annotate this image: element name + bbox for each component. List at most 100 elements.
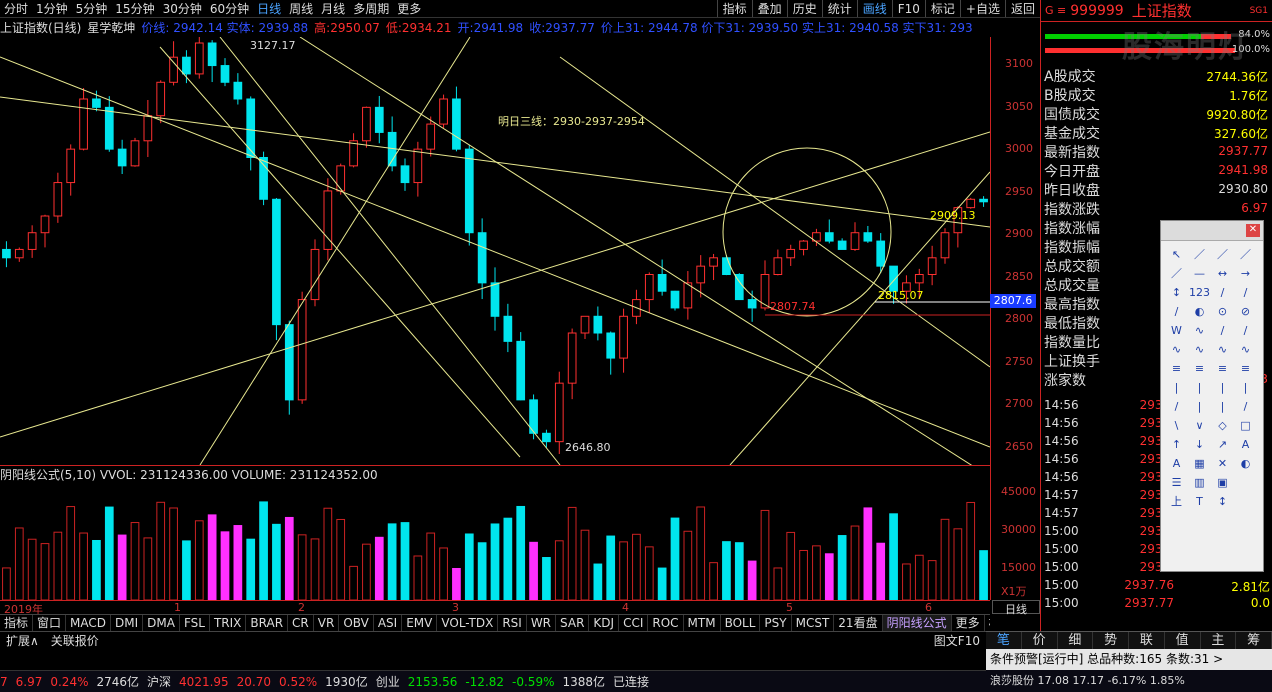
study-selector[interactable]: 星学乾坤 [87,19,135,36]
menu-button[interactable]: 画线 [856,0,892,17]
indicator-tab[interactable]: MCST [792,615,835,631]
draw-tool-icon[interactable]: | [1234,378,1257,397]
draw-tool-icon[interactable]: ∕ [1211,283,1234,302]
day-button[interactable]: 日线 [992,600,1040,616]
draw-tool-icon[interactable]: ／ [1211,245,1234,264]
sub-tab[interactable]: 关联报价 [45,632,105,649]
draw-tool-icon[interactable]: | [1188,397,1211,416]
menu-button[interactable]: 叠加 [751,0,787,17]
period-tab[interactable]: 30分钟 [159,0,206,17]
menu-button[interactable]: +自选 [959,0,1005,17]
indicator-tab[interactable]: ROC [648,615,684,631]
menu-button[interactable]: 指标 [716,0,752,17]
detail-tab[interactable]: 值 [1165,632,1201,649]
period-tab[interactable]: 15分钟 [111,0,158,17]
period-tab[interactable]: 月线 [317,0,349,17]
alert-row[interactable]: 浪莎股份 17.08 17.17 -6.17% 1.85% [986,670,1272,692]
draw-tool-icon[interactable]: ↕ [1165,283,1188,302]
draw-tool-icon[interactable]: ∕ [1211,321,1234,340]
draw-tool-icon[interactable]: ∿ [1234,340,1257,359]
indicator-tab[interactable]: EMV [402,615,438,631]
draw-tool-icon[interactable]: ↔ [1211,264,1234,283]
draw-tool-icon[interactable]: ／ [1165,264,1188,283]
draw-tool-icon[interactable]: □ [1234,416,1257,435]
sub-tab[interactable]: 扩展∧ [0,632,45,649]
draw-tool-icon[interactable]: ≡ [1188,359,1211,378]
draw-tool-icon[interactable]: ∕ [1165,302,1188,321]
indicator-tab[interactable]: 模板 [985,615,990,631]
detail-tab[interactable]: 筹 [1236,632,1272,649]
draw-tool-icon[interactable]: ／ [1234,245,1257,264]
indicator-tab[interactable]: DMA [143,615,180,631]
draw-tool-icon[interactable]: ▣ [1211,473,1234,492]
indicator-tab[interactable]: 更多 [952,615,985,631]
indicator-tab[interactable]: PSY [760,615,792,631]
draw-tool-icon[interactable]: ∿ [1188,340,1211,359]
draw-tool-icon[interactable]: ≡ [1165,359,1188,378]
draw-tool-icon[interactable]: / [1165,397,1188,416]
draw-tool-icon[interactable]: ⊙ [1211,302,1234,321]
toolbox-header[interactable]: ✕ [1161,221,1263,241]
draw-tool-icon[interactable] [1234,492,1257,511]
indicator-tab[interactable]: 阴阳线公式 [882,615,952,631]
indicator-tab[interactable]: 21看盘 [834,615,883,631]
draw-tool-icon[interactable] [1234,473,1257,492]
indicator-tab[interactable]: CCI [619,615,649,631]
detail-tab[interactable]: 势 [1093,632,1129,649]
menu-button[interactable]: 返回 [1004,0,1040,17]
indicator-tab[interactable]: DMI [111,615,144,631]
indicator-tab[interactable]: CR [288,615,314,631]
indicator-tab[interactable]: VR [314,615,340,631]
volume-chart[interactable] [0,483,990,600]
draw-tool-icon[interactable]: → [1234,264,1257,283]
candlestick-chart[interactable]: 明日三线：2930-2937-2954 3127.17 2646.80 2815.07… [0,37,990,465]
menu-button[interactable]: 统计 [821,0,857,17]
draw-tool-icon[interactable]: ↑ [1165,435,1188,454]
draw-tool-icon[interactable]: 123 [1188,283,1211,302]
draw-tool-icon[interactable]: | [1211,378,1234,397]
draw-tool-icon[interactable]: ◇ [1211,416,1234,435]
period-tab[interactable]: 5分钟 [72,0,112,17]
indicator-tab[interactable]: BRAR [246,615,289,631]
close-icon[interactable]: ✕ [1246,224,1260,237]
draw-tool-icon[interactable]: — [1188,264,1211,283]
draw-tool-icon[interactable]: W [1165,321,1188,340]
draw-tool-icon[interactable]: ▦ [1188,454,1211,473]
draw-tool-icon[interactable]: ∕ [1234,321,1257,340]
draw-tool-icon[interactable]: 上 [1165,492,1188,511]
period-tab[interactable]: 分时 [0,0,32,17]
indicator-tab[interactable]: ASI [374,615,403,631]
draw-tool-icon[interactable]: ⊘ [1234,302,1257,321]
draw-tool-icon[interactable]: ／ [1188,245,1211,264]
draw-tool-icon[interactable]: | [1165,378,1188,397]
draw-tool-icon[interactable]: ↗ [1211,435,1234,454]
indicator-tab[interactable]: KDJ [589,615,620,631]
draw-tool-icon[interactable]: ≡ [1211,359,1234,378]
draw-tool-icon[interactable]: ▥ [1188,473,1211,492]
indicator-tab[interactable]: 指标 [0,615,34,631]
sub-tab[interactable]: 图文F10 [928,632,986,649]
draw-tool-icon[interactable]: ↕ [1211,492,1234,511]
period-tab[interactable]: 1分钟 [32,0,72,17]
detail-tab[interactable]: 主 [1201,632,1237,649]
menu-button[interactable]: 标记 [924,0,960,17]
indicator-tab[interactable]: BOLL [721,615,761,631]
indicator-tab[interactable]: WR [527,615,557,631]
indicator-tab[interactable]: MACD [66,615,112,631]
detail-tab[interactable]: 细 [1058,632,1094,649]
draw-tool-icon[interactable]: \ [1165,416,1188,435]
draw-tool-icon[interactable]: ∿ [1211,340,1234,359]
indicator-tab[interactable]: SAR [556,615,590,631]
detail-tab[interactable]: 联 [1129,632,1165,649]
detail-tab[interactable]: 笔 [986,632,1022,649]
draw-tool-icon[interactable]: ∿ [1188,321,1211,340]
detail-tab[interactable]: 价 [1022,632,1058,649]
draw-tool-icon[interactable]: ≡ [1234,359,1257,378]
period-tab[interactable]: 多周期 [349,0,393,17]
draw-tool-icon[interactable]: ☰ [1165,473,1188,492]
indicator-tab[interactable]: VOL-TDX [437,615,499,631]
draw-tool-icon[interactable]: ↓ [1188,435,1211,454]
draw-tool-icon[interactable]: | [1188,378,1211,397]
indicator-tab[interactable]: 窗口 [33,615,67,631]
indicator-tab[interactable]: OBV [339,615,374,631]
